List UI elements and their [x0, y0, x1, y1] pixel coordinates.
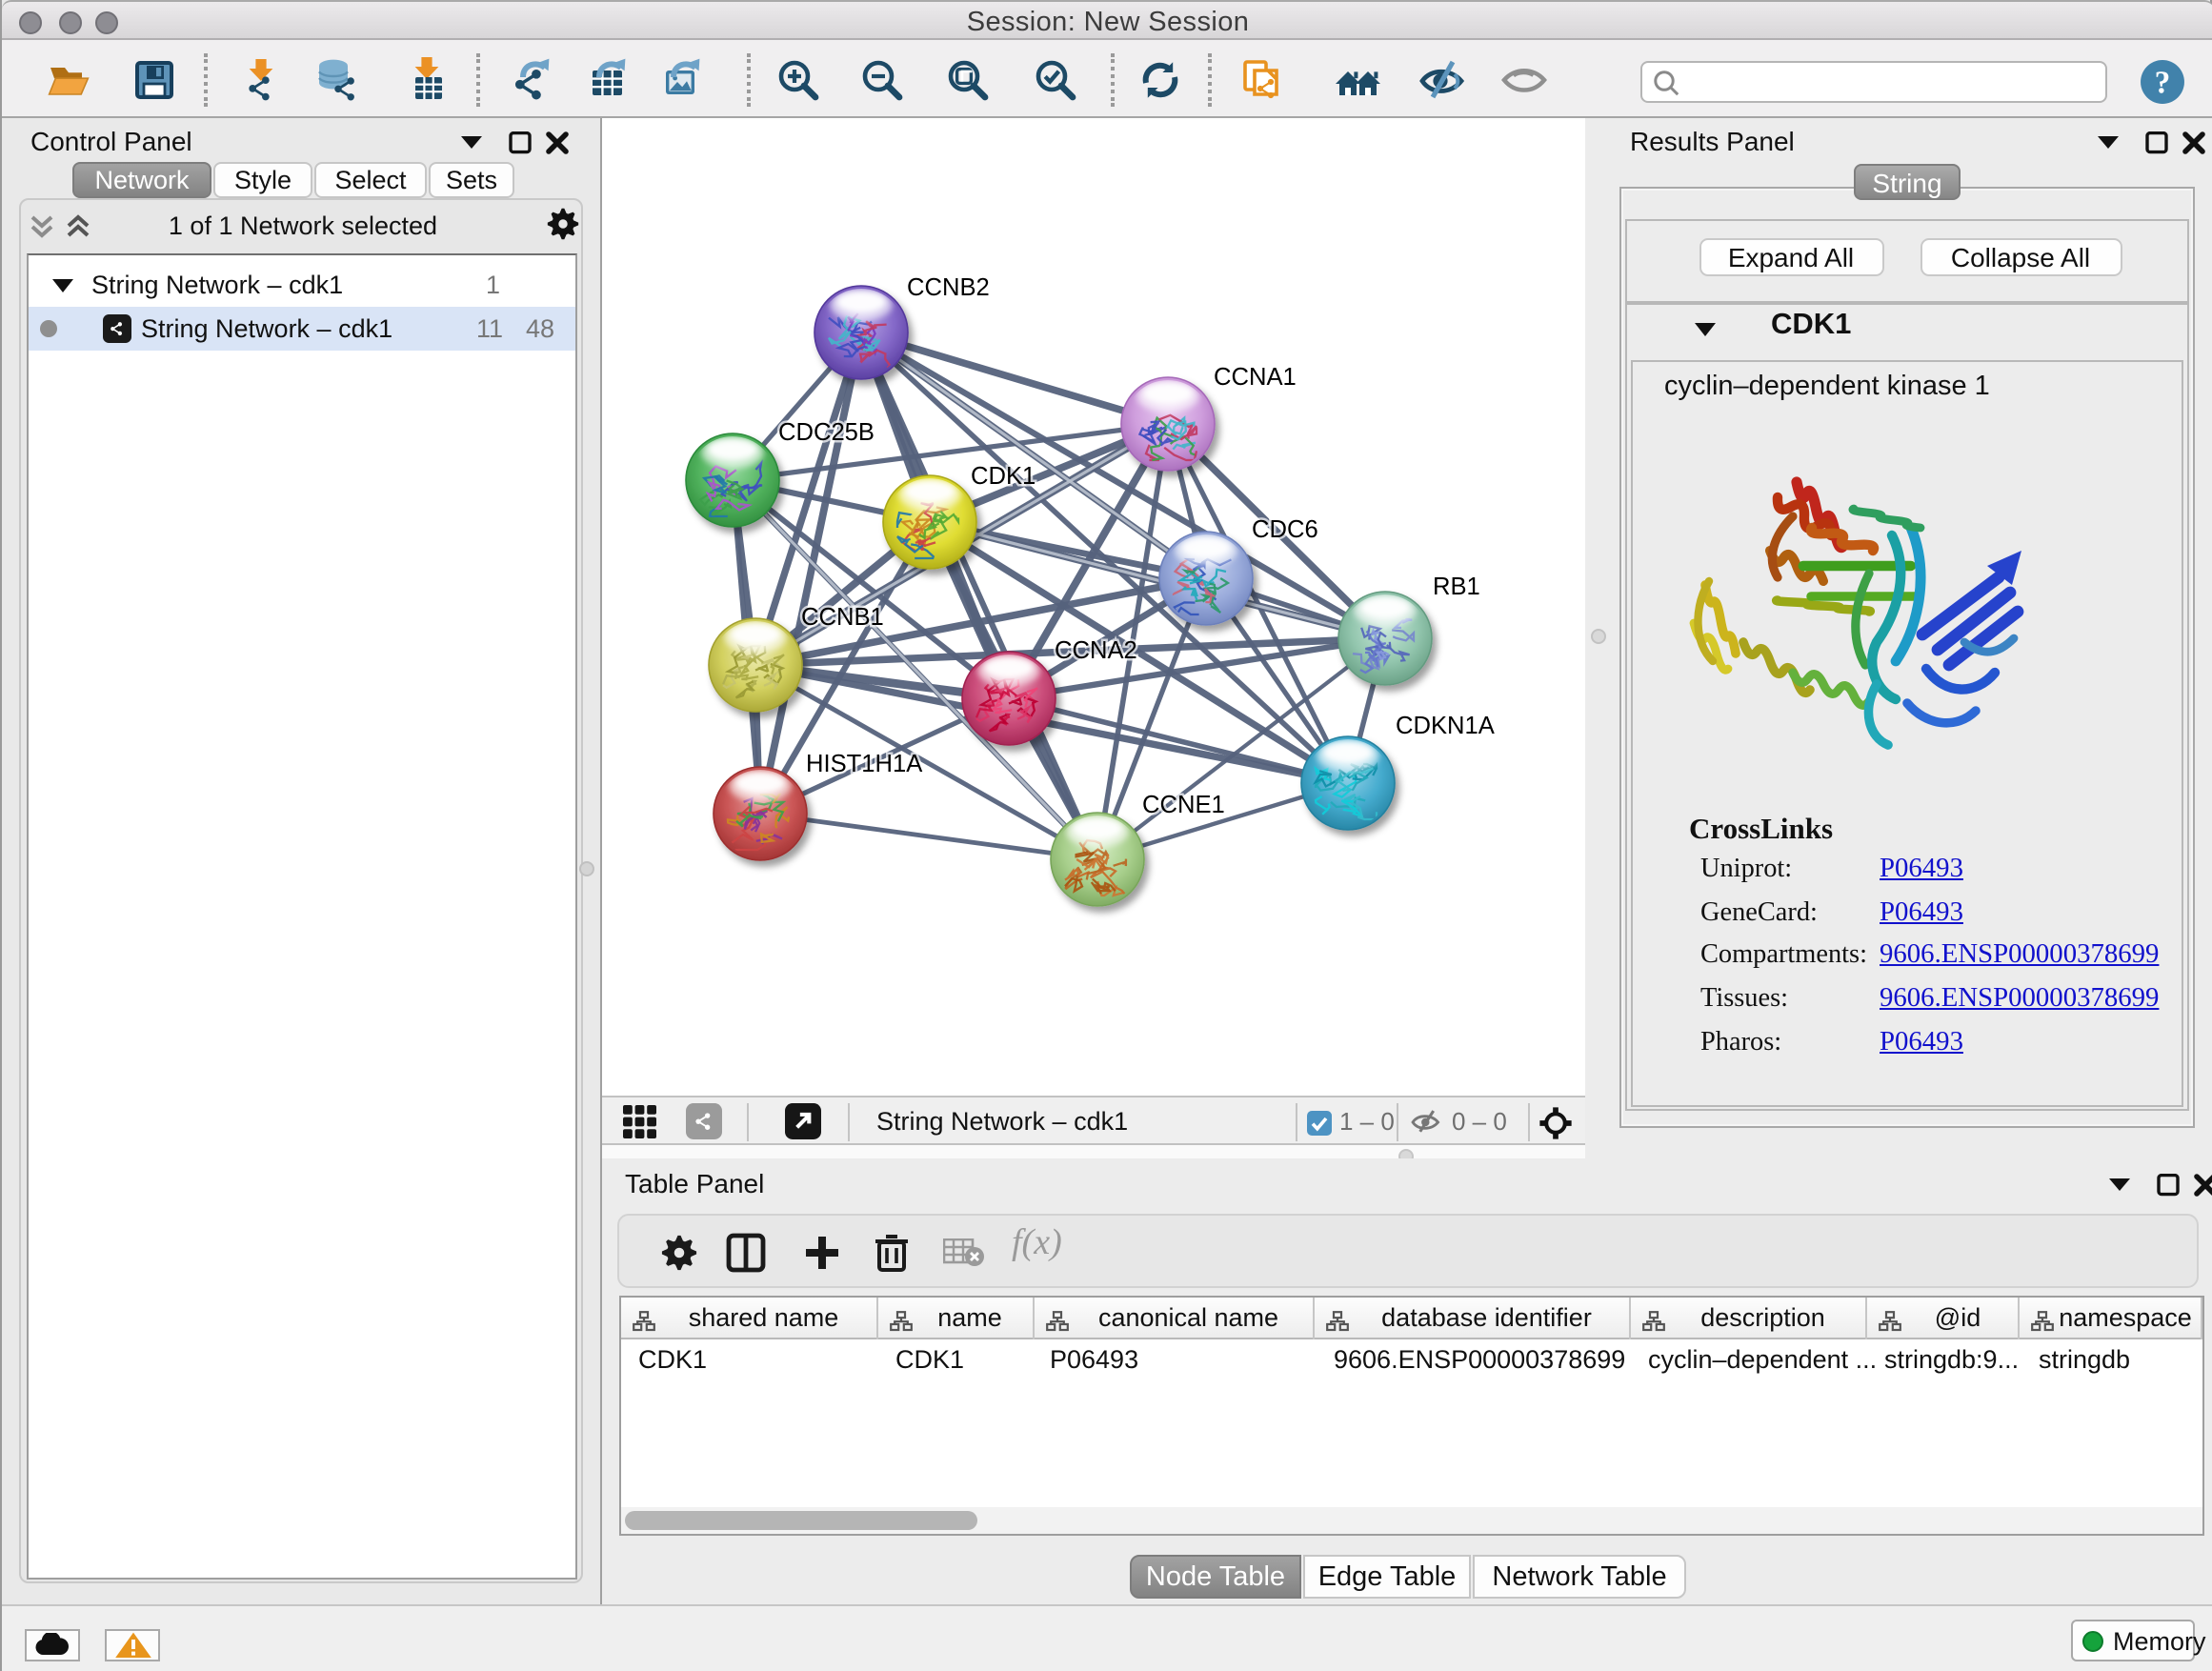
- svg-text:CDKN1A: CDKN1A: [1396, 713, 1496, 739]
- svg-text:?: ?: [2155, 65, 2171, 100]
- svg-text:CCNE1: CCNE1: [1142, 792, 1225, 818]
- svg-text:HIST1H1A: HIST1H1A: [806, 751, 923, 777]
- svg-text:CDC25B: CDC25B: [778, 419, 875, 446]
- svg-text:CCNA1: CCNA1: [1214, 364, 1297, 391]
- svg-text:CCNA2: CCNA2: [1055, 637, 1137, 664]
- svg-text:RB1: RB1: [1433, 574, 1480, 600]
- svg-text:CDC6: CDC6: [1252, 516, 1318, 543]
- svg-text:CCNB2: CCNB2: [907, 274, 990, 301]
- svg-text:CDK1: CDK1: [971, 463, 1036, 490]
- svg-text:CCNB1: CCNB1: [801, 604, 884, 631]
